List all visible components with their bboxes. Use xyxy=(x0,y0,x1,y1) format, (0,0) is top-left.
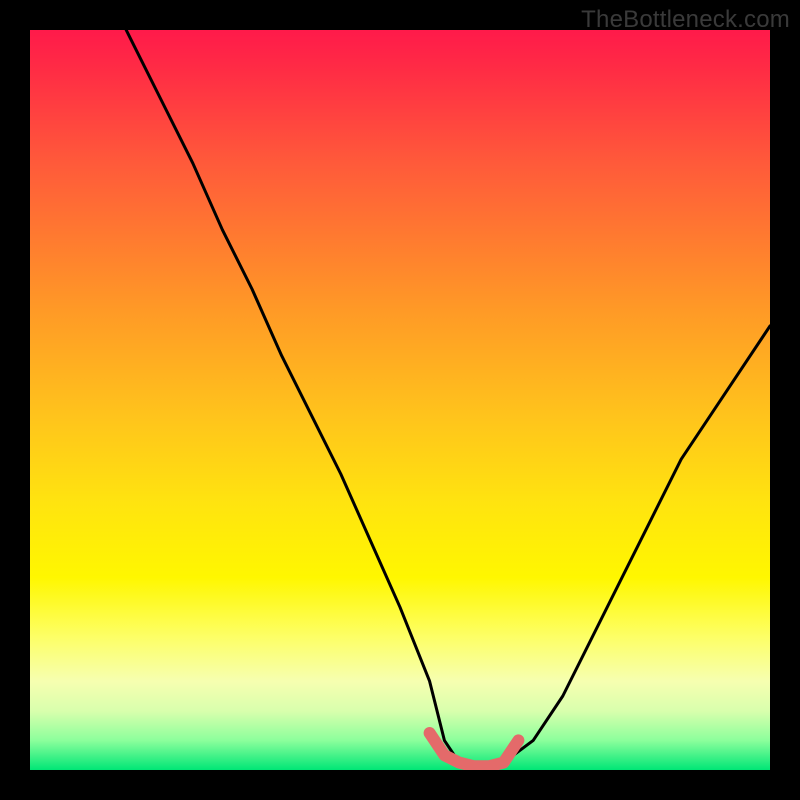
chart-curve xyxy=(126,30,770,770)
chart-frame: TheBottleneck.com xyxy=(0,0,800,800)
plot-area xyxy=(30,30,770,770)
curve-svg xyxy=(30,30,770,770)
